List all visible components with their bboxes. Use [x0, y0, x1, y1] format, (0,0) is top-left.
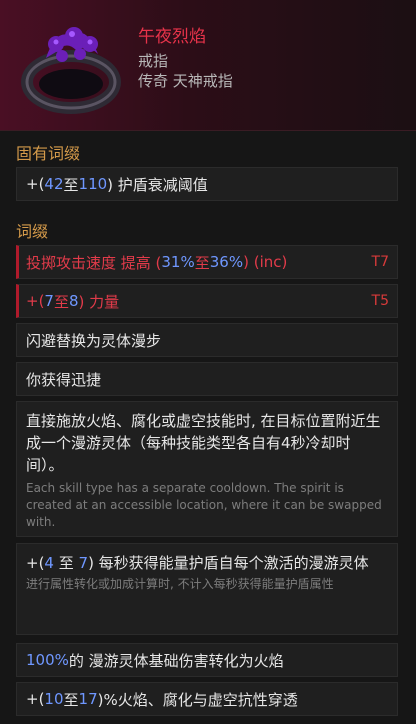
- affix-2-post: ) 力量: [78, 292, 120, 311]
- unique-6-to: 至: [63, 690, 79, 709]
- item-name: 午夜烈焰: [138, 27, 206, 47]
- affix-2-tier: T5: [371, 293, 389, 309]
- affix-1-to: 至: [194, 253, 210, 272]
- unique-1-text: 闪避替换为灵体漫步: [26, 331, 162, 350]
- item-rarity: 传奇 天神戒指: [138, 72, 233, 90]
- unique-3-desc: Each skill type has a separate cooldown.…: [26, 481, 382, 529]
- affix-2-max: 8: [68, 292, 79, 310]
- affix-1-post: ) (inc): [243, 253, 288, 271]
- affix-2-to: 至: [53, 292, 69, 311]
- unique-4-prefix: +(: [26, 554, 45, 572]
- affix-2-pre: +(: [26, 292, 45, 310]
- unique-6-min: 10: [44, 690, 64, 708]
- affix-1-tier: T7: [371, 254, 389, 270]
- unique-4-main: +(4 至 7) 每秒获得能量护盾自每个激活的漫游灵体: [26, 552, 388, 574]
- implicit-to: 至: [63, 175, 79, 194]
- unique-5-num: 100%: [26, 651, 69, 669]
- implicit-mod-row: +(42 至 110) 护盾衰减阈值: [16, 167, 398, 201]
- unique-6-suffix: )%火焰、腐化与虚空抗性穿透: [97, 690, 298, 709]
- ring-icon: [21, 27, 121, 114]
- affix-1-max: 36%: [209, 253, 244, 271]
- item-type: 戒指: [138, 52, 169, 70]
- unique-3-main: 直接施放火焰、腐化或虚空技能时, 在目标位置附近生成一个漫游灵体（每种技能类型各…: [26, 412, 381, 474]
- affix-row-2: +(7 至 8) 力量 T5: [16, 284, 398, 318]
- unique-5-text: 的 漫游灵体基础伤害转化为火焰: [68, 651, 284, 670]
- implicit-section-title: 固有词缀: [16, 144, 81, 163]
- affix-1-pre: 投掷攻击速度 提高 (: [26, 253, 162, 272]
- implicit-suffix: ) 护盾衰减阈值: [107, 175, 208, 194]
- unique-row-5: 100% 的 漫游灵体基础伤害转化为火焰: [16, 643, 398, 677]
- affix-section-title: 词缀: [16, 222, 49, 241]
- affix-2-min: 7: [44, 292, 54, 310]
- unique-4-desc: 进行属性转化或加成计算时, 不计入每秒获得能量护盾属性: [26, 577, 334, 591]
- implicit-max: 110: [78, 175, 108, 193]
- unique-6-max: 17: [78, 690, 98, 708]
- unique-4-to: 至: [53, 554, 79, 572]
- unique-6-prefix: +(: [26, 690, 45, 708]
- affix-1-min: 31%: [161, 253, 195, 271]
- unique-4-suffix: ) 每秒获得能量护盾自每个激活的漫游灵体: [88, 554, 369, 572]
- unique-row-2: 你获得迅捷: [16, 362, 398, 396]
- item-header: 午夜烈焰 戒指 传奇 天神戒指: [0, 0, 416, 131]
- unique-4-min: 4: [44, 554, 54, 572]
- affix-row-1: 投掷攻击速度 提高 (31% 至 36%) (inc) T7: [16, 245, 398, 279]
- unique-row-4: +(4 至 7) 每秒获得能量护盾自每个激活的漫游灵体 进行属性转化或加成计算时…: [16, 543, 398, 635]
- unique-row-6: +(10 至 17)%火焰、腐化与虚空抗性穿透: [16, 682, 398, 716]
- unique-2-text: 你获得迅捷: [26, 370, 102, 389]
- unique-row-1: 闪避替换为灵体漫步: [16, 323, 398, 357]
- implicit-min: 42: [44, 175, 64, 193]
- unique-4-max: 7: [78, 554, 89, 572]
- unique-row-3: 直接施放火焰、腐化或虚空技能时, 在目标位置附近生成一个漫游灵体（每种技能类型各…: [16, 401, 398, 537]
- implicit-prefix: +(: [26, 175, 45, 193]
